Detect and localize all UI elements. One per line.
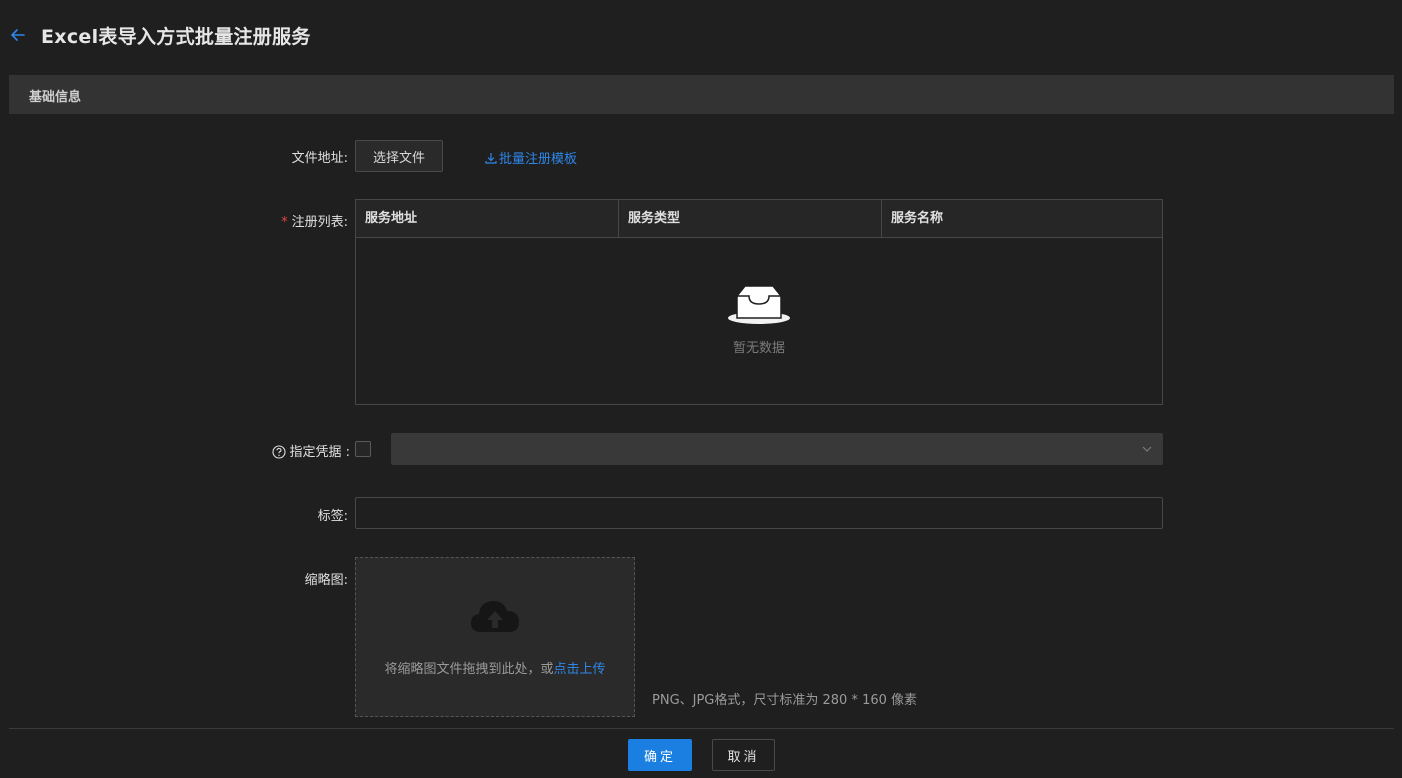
section-title: 基础信息: [29, 90, 82, 105]
arrow-left-icon[interactable]: [9, 26, 27, 44]
column-service-type: 服务类型: [619, 200, 882, 237]
column-service-name: 服务名称: [891, 211, 944, 226]
chevron-down-icon: [1142, 446, 1152, 452]
register-list-label: * 注册列表:: [168, 211, 348, 230]
template-download-link[interactable]: 批量注册模板: [485, 148, 577, 167]
drop-text: 将缩略图文件拖拽到此处，或: [384, 662, 554, 677]
tags-input[interactable]: [355, 497, 1163, 529]
question-circle-icon[interactable]: [272, 445, 287, 459]
tags-label: 标签:: [317, 509, 348, 524]
register-list-label-text: 注册列表:: [291, 215, 348, 230]
page-header: Excel表导入方式批量注册服务: [0, 0, 1402, 74]
thumbnail-label: 缩略图:: [304, 573, 348, 588]
empty-state: 暂无数据: [356, 238, 1162, 404]
download-icon: [485, 152, 497, 164]
click-upload-link[interactable]: 点击上传: [554, 662, 606, 677]
confirm-button[interactable]: 确定: [628, 739, 692, 771]
table-header: 服务地址 服务类型 服务名称: [356, 200, 1162, 238]
empty-inbox-icon: [728, 285, 790, 324]
upload-hint-text: 将缩略图文件拖拽到此处，或点击上传: [356, 658, 634, 677]
file-address-label: 文件地址:: [291, 151, 348, 166]
empty-text: 暂无数据: [732, 341, 785, 356]
cancel-button[interactable]: 取消: [712, 739, 775, 771]
template-link-label: 批量注册模板: [499, 152, 578, 167]
cloud-upload-icon: [471, 601, 519, 632]
section-header: 基础信息: [9, 75, 1394, 114]
choose-file-button[interactable]: 选择文件: [355, 140, 443, 172]
credential-label: 指定凭据 :: [170, 441, 350, 460]
required-mark: *: [281, 215, 288, 230]
credential-select[interactable]: [391, 433, 1163, 465]
register-table: 服务地址 服务类型 服务名称 暂无数据: [355, 199, 1163, 405]
thumbnail-upload-area[interactable]: 将缩略图文件拖拽到此处，或点击上传: [355, 557, 635, 717]
column-service-address: 服务地址: [356, 200, 619, 237]
page-title: Excel表导入方式批量注册服务: [41, 26, 311, 48]
thumbnail-format-hint: PNG、JPG格式，尺寸标准为 280 * 160 像素: [652, 693, 918, 708]
credential-label-text: 指定凭据 :: [289, 445, 350, 460]
footer-divider: [9, 728, 1394, 729]
credential-checkbox[interactable]: [355, 441, 371, 457]
